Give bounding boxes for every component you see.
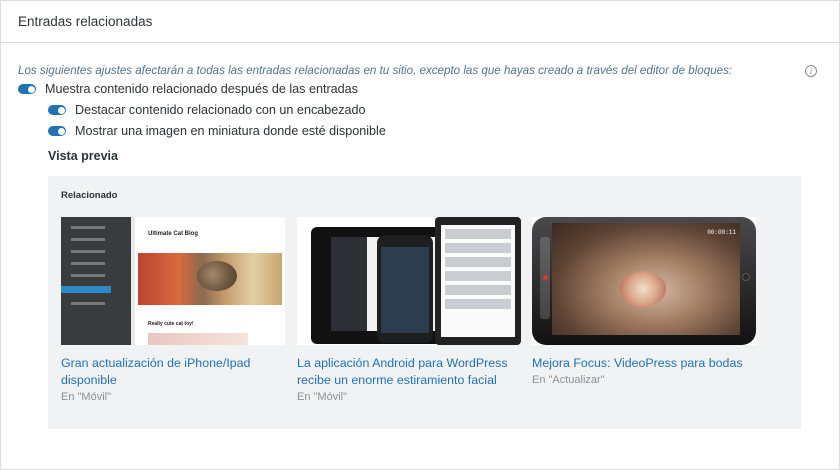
settings-notice: Los siguientes ajustes afectarán a todas… (18, 64, 733, 77)
related-post[interactable]: 00:00:11 Mejora Focus: VideoPress para b… (532, 217, 756, 386)
related-post[interactable]: La aplicación Android para WordPress rec… (297, 217, 521, 403)
toggle-label: Mostrar una imagen en miniatura donde es… (75, 124, 386, 138)
cat-toy-image (148, 333, 248, 345)
post-title-link[interactable]: La aplicación Android para WordPress rec… (297, 355, 521, 389)
thumb-blog-title: Ultimate Cat Blog (148, 231, 199, 237)
toggle-highlight-heading[interactable] (48, 105, 66, 115)
post-thumbnail[interactable] (297, 217, 521, 345)
info-icon[interactable]: i (805, 65, 817, 77)
video-time: 00:00:11 (707, 229, 736, 236)
related-post[interactable]: Ultimate Cat Blog Really cute cat toy! G… (61, 217, 285, 403)
toggle-row-highlight-heading[interactable]: Destacar contenido relacionado con un en… (48, 103, 366, 117)
related-heading: Relacionado (61, 190, 118, 201)
tablet-portrait-image (435, 217, 521, 345)
toggle-label: Muestra contenido relacionado después de… (45, 82, 358, 96)
cat-head-image (197, 261, 237, 291)
thumb-caption: Really cute cat toy! (148, 321, 194, 327)
iphone-video-image: 00:00:11 (532, 217, 756, 345)
preview-title: Vista previa (48, 149, 118, 163)
post-title-link[interactable]: Mejora Focus: VideoPress para bodas (532, 355, 756, 372)
post-category: En "Actualizar" (532, 374, 605, 386)
preview-box: Relacionado Ultimate Cat Blog Really cut… (48, 176, 801, 429)
toggle-row-show-related[interactable]: Muestra contenido relacionado después de… (18, 82, 358, 96)
admin-sidebar-image (61, 217, 131, 345)
related-posts-card: Entradas relacionadas i Los siguientes a… (0, 0, 840, 470)
post-thumbnail[interactable]: 00:00:11 (532, 217, 756, 345)
card-header-title: Entradas relacionadas (1, 1, 839, 43)
blog-screenshot-image: Ultimate Cat Blog Really cute cat toy! (135, 217, 285, 345)
toggle-label: Destacar contenido relacionado con un en… (75, 103, 366, 117)
post-thumbnail[interactable]: Ultimate Cat Blog Really cute cat toy! (61, 217, 285, 345)
post-category: En "Móvil" (297, 391, 347, 403)
toggle-row-show-thumbnail[interactable]: Mostrar una imagen en miniatura donde es… (48, 124, 386, 138)
phone-image (377, 235, 433, 343)
toggle-show-thumbnail[interactable] (48, 126, 66, 136)
post-category: En "Móvil" (61, 391, 111, 403)
toggle-show-related[interactable] (18, 84, 36, 94)
post-title-link[interactable]: Gran actualización de iPhone/Ipad dispon… (61, 355, 285, 389)
